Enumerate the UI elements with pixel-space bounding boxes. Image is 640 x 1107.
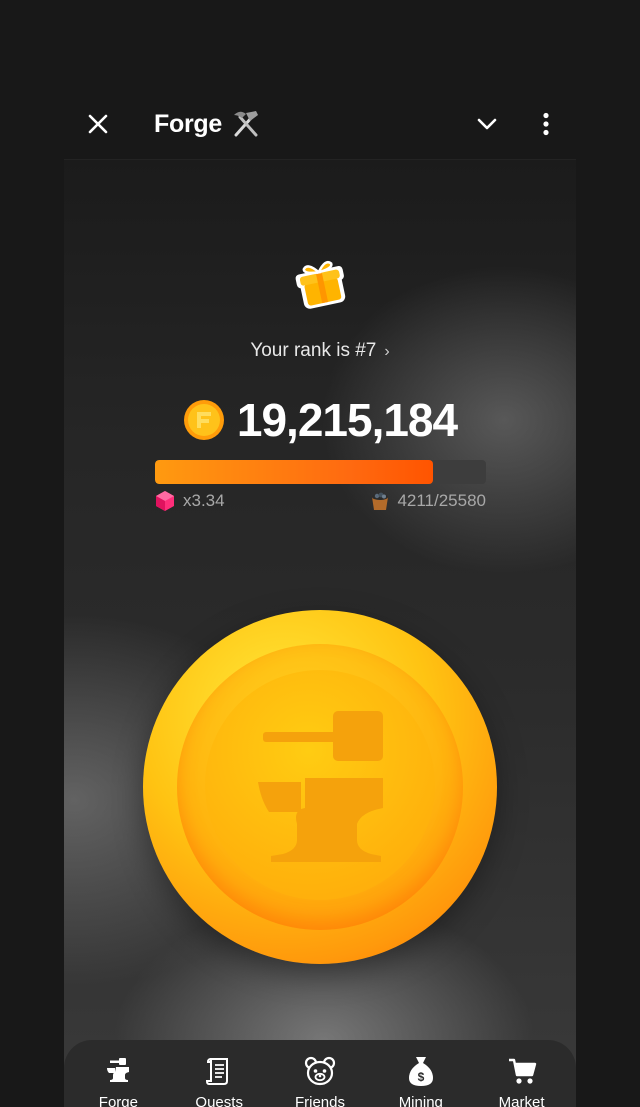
nav-item-forge[interactable]: Forge	[70, 1040, 166, 1107]
nav-item-market[interactable]: Market	[474, 1040, 570, 1107]
gift-icon	[295, 260, 346, 309]
tap-coin-button[interactable]	[143, 610, 497, 964]
coin-icon	[183, 400, 224, 440]
nav-item-quests[interactable]: Quests	[171, 1040, 267, 1107]
forge-screen: Forge Your rank is #7 › 19,215,184 x3.34…	[0, 0, 640, 1107]
progress-fill	[155, 460, 434, 484]
rank-chevron: ›	[384, 343, 390, 360]
more-options-button[interactable]	[528, 106, 564, 142]
anvil-icon	[107, 1058, 130, 1082]
collapse-button[interactable]	[469, 106, 505, 142]
nav-item-friends[interactable]: Friends	[272, 1040, 368, 1107]
rank-link[interactable]: Your rank is #7 ›	[0, 340, 640, 362]
chevron-down-icon	[477, 118, 497, 130]
cart-icon	[508, 1058, 536, 1084]
energy-stat: 4211/25580	[369, 489, 486, 513]
nav-item-mining[interactable]: $ Mining	[373, 1040, 469, 1107]
money-bag-icon: $	[408, 1057, 433, 1086]
close-button[interactable]	[80, 106, 116, 142]
bear-icon	[304, 1056, 336, 1086]
multiplier-stat: x3.34	[155, 489, 225, 513]
multiplier-value: x3.34	[183, 491, 225, 510]
energy-bucket-icon	[372, 492, 389, 510]
rank-text: Your rank is #7	[250, 340, 377, 361]
balance-value: 19,215,184	[236, 394, 458, 446]
page-title: Forge	[154, 109, 222, 138]
anvil-coin-icon	[258, 711, 383, 862]
hammer-pick-icon	[233, 111, 258, 137]
progress-bar	[155, 460, 486, 484]
balance-row: 19,215,184	[0, 392, 640, 448]
bottom-nav: Forge Quests Friends $ Mining Market	[64, 1040, 576, 1107]
nav-label-market: Market	[498, 1094, 545, 1107]
title-group: Forge	[154, 108, 262, 140]
nav-label-mining: Mining	[398, 1094, 443, 1107]
gem-icon	[156, 491, 174, 511]
scroll-icon	[206, 1058, 229, 1085]
nav-label-forge: Forge	[98, 1094, 138, 1107]
nav-label-quests: Quests	[195, 1094, 243, 1107]
reward-gift-button[interactable]	[292, 254, 350, 312]
nav-label-friends: Friends	[294, 1094, 345, 1107]
svg-text:$: $	[417, 1070, 424, 1084]
app-header: Forge	[64, 88, 576, 160]
close-icon	[88, 114, 108, 134]
more-vertical-icon	[543, 112, 549, 136]
energy-value: 4211/25580	[397, 491, 486, 510]
